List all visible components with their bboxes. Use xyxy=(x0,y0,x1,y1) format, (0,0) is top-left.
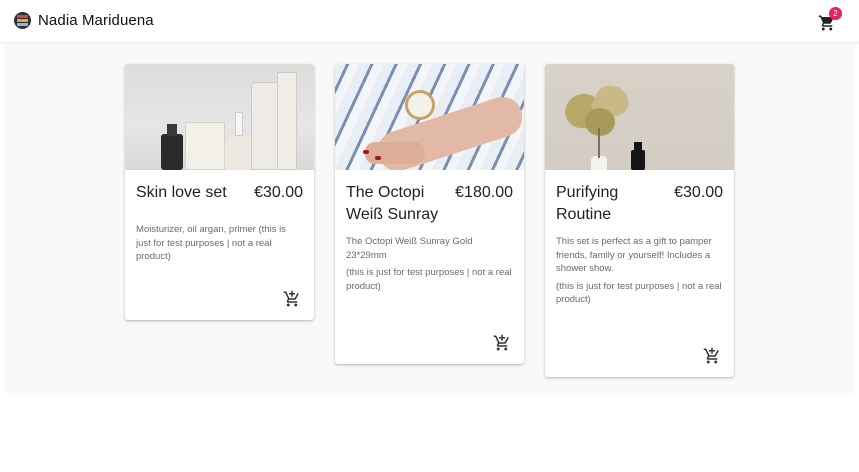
product-title: The Octopi Weiß Sunray xyxy=(346,184,439,223)
add-to-cart-icon xyxy=(493,334,509,351)
top-app-bar: Nadia Mariduena 2 xyxy=(0,0,859,43)
description-line: (this is just for test purposes | not a … xyxy=(346,267,512,292)
product-description: Moisturizer, oil argan, primer (this is … xyxy=(125,223,314,264)
add-to-cart-icon xyxy=(283,290,299,307)
add-to-cart-button[interactable] xyxy=(283,290,301,308)
description-line: Moisturizer, oil argan, primer (this is … xyxy=(136,224,286,262)
store-logo xyxy=(14,12,31,29)
description-line: The Octopi Weiß Sunray Gold 23*29mm xyxy=(346,236,473,261)
product-price: €30.00 xyxy=(254,184,303,201)
product-image xyxy=(125,64,314,170)
product-price: €30.00 xyxy=(674,184,723,201)
brand-name: Nadia Mariduena xyxy=(38,12,154,29)
product-title: Purifying Routine xyxy=(556,184,619,223)
product-header: The Octopi Weiß Sunray €180.00 xyxy=(335,170,524,226)
product-image xyxy=(335,64,524,170)
product-header: Skin love set €30.00 xyxy=(125,170,314,214)
product-header: Purifying Routine €30.00 xyxy=(545,170,734,226)
cart-button[interactable]: 2 xyxy=(817,7,842,34)
product-card[interactable]: Skin love set €30.00 Moisturizer, oil ar… xyxy=(125,64,314,320)
product-description: This set is perfect as a gift to pamper … xyxy=(545,235,734,307)
add-to-cart-button[interactable] xyxy=(493,334,511,352)
description-line: This set is perfect as a gift to pamper … xyxy=(556,236,712,274)
cart-count-badge: 2 xyxy=(829,7,842,20)
product-title: Skin love set xyxy=(136,184,227,201)
product-card[interactable]: Purifying Routine €30.00 This set is per… xyxy=(545,64,734,377)
product-price: €180.00 xyxy=(455,184,513,201)
brand-link[interactable]: Nadia Mariduena xyxy=(14,12,154,29)
product-card[interactable]: The Octopi Weiß Sunray €180.00 The Octop… xyxy=(335,64,524,364)
add-to-cart-button[interactable] xyxy=(703,347,721,365)
product-image xyxy=(545,64,734,170)
add-to-cart-icon xyxy=(703,347,719,364)
product-grid: Skin love set €30.00 Moisturizer, oil ar… xyxy=(4,44,855,393)
product-description: The Octopi Weiß Sunray Gold 23*29mm (thi… xyxy=(335,235,524,293)
description-line: (this is just for test purposes | not a … xyxy=(556,280,722,306)
